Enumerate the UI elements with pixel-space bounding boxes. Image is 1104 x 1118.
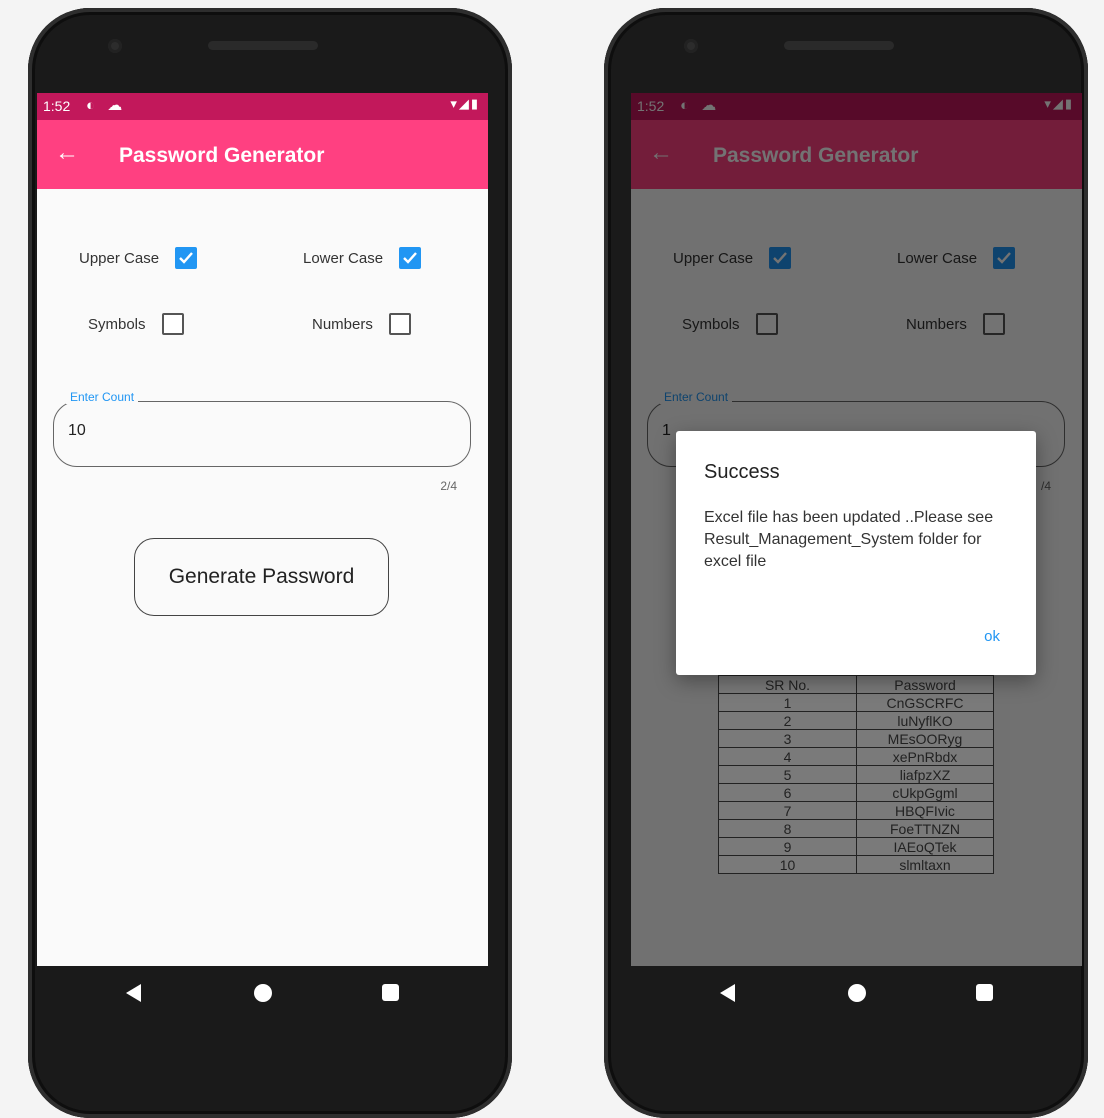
- check-icon: [403, 252, 417, 264]
- dialog-message: Excel file has been updated ..Please see…: [704, 509, 994, 570]
- table-row: 6 cUkpGgml: [718, 783, 994, 802]
- count-input[interactable]: Enter Count 10: [53, 390, 471, 467]
- table-row: 10 slmltaxn: [718, 855, 994, 874]
- status-notification-icons: ◐ ☁: [86, 97, 127, 114]
- symbols-label: Symbols: [88, 315, 146, 333]
- table-row: 9 IAEoQTek: [718, 837, 994, 856]
- sr-no-cell: 2: [718, 711, 857, 730]
- table-row: 1 CnGSCRFC: [718, 693, 994, 712]
- password-cell: luNyflKO: [856, 711, 994, 730]
- generate-password-button[interactable]: Generate Password: [134, 538, 389, 616]
- table-header-row: SR No. Password: [718, 675, 994, 694]
- count-input-label: Enter Count: [66, 390, 139, 404]
- lower-case-option[interactable]: Lower Case: [303, 247, 422, 269]
- password-cell: CnGSCRFC: [856, 693, 994, 712]
- password-cell: cUkpGgml: [856, 783, 994, 802]
- main-content: Upper Case Lower Case Symbols Numbers En…: [37, 189, 488, 966]
- upper-case-label: Upper Case: [79, 249, 160, 267]
- system-nav-bar: [631, 966, 1082, 1022]
- sr-no-cell: 10: [718, 855, 857, 874]
- app-title: Password Generator: [119, 144, 325, 167]
- password-cell: slmltaxn: [856, 855, 994, 874]
- lower-case-checkbox[interactable]: [399, 247, 422, 269]
- count-input-value[interactable]: 10: [68, 422, 86, 440]
- table-row: 5 liafpzXZ: [718, 765, 994, 784]
- status-bar: 1:52 ◐ ☁ ▾◢▮: [37, 93, 488, 120]
- status-signal-battery-icons: ▾◢▮: [450, 96, 480, 111]
- table-row: 4 xePnRbdx: [718, 747, 994, 766]
- password-table: SR No. Password 1 CnGSCRFC 2 luNyflKO 3 MEs…: [718, 675, 994, 874]
- column-header: Password: [856, 675, 994, 694]
- table-row: 7 HBQFIvic: [718, 801, 994, 820]
- nav-recents-icon[interactable]: [976, 984, 993, 1001]
- screen-left: 1:52 ◐ ☁ ▾◢▮ ← Password Generator Upper …: [37, 93, 488, 966]
- speaker-grille: [784, 41, 894, 50]
- numbers-checkbox[interactable]: [388, 313, 411, 335]
- dialog-ok-button[interactable]: ok: [984, 628, 1000, 645]
- sr-no-cell: 3: [718, 729, 857, 748]
- nav-home-icon[interactable]: [254, 984, 272, 1002]
- symbols-checkbox[interactable]: [161, 313, 184, 335]
- app-bar: ← Password Generator: [37, 120, 488, 189]
- nav-home-icon[interactable]: [848, 984, 866, 1002]
- table-row: 8 FoeTTNZN: [718, 819, 994, 838]
- phone-frame-right: 1:52 ◐ ☁ ▾◢▮ ← Password Generator Upper …: [604, 8, 1088, 1118]
- lower-case-label: Lower Case: [303, 249, 384, 267]
- numbers-label: Numbers: [312, 315, 373, 333]
- speaker-grille: [208, 41, 318, 50]
- password-cell: IAEoQTek: [856, 837, 994, 856]
- nav-back-icon[interactable]: [720, 984, 735, 1002]
- password-cell: liafpzXZ: [856, 765, 994, 784]
- password-cell: xePnRbdx: [856, 747, 994, 766]
- back-arrow-icon[interactable]: ←: [55, 140, 79, 166]
- sr-no-cell: 1: [718, 693, 857, 712]
- password-cell: HBQFIvic: [856, 801, 994, 820]
- sr-no-cell: 9: [718, 837, 857, 856]
- system-nav-bar: [37, 966, 488, 1022]
- success-dialog: Success Excel file has been updated ..Pl…: [676, 431, 1036, 675]
- dialog-title: Success: [704, 461, 780, 483]
- status-time: 1:52: [43, 98, 71, 114]
- sr-no-cell: 6: [718, 783, 857, 802]
- screen-right: 1:52 ◐ ☁ ▾◢▮ ← Password Generator Upper …: [631, 93, 1082, 966]
- sr-no-cell: 8: [718, 819, 857, 838]
- numbers-option[interactable]: Numbers: [312, 313, 411, 335]
- password-cell: MEsOORyg: [856, 729, 994, 748]
- nav-recents-icon[interactable]: [382, 984, 399, 1001]
- sr-no-cell: 4: [718, 747, 857, 766]
- symbols-option[interactable]: Symbols: [88, 313, 184, 335]
- column-header: SR No.: [718, 675, 857, 694]
- phone-frame-left: 1:52 ◐ ☁ ▾◢▮ ← Password Generator Upper …: [28, 8, 512, 1118]
- char-counter: 2/4: [440, 479, 457, 493]
- nav-back-icon[interactable]: [126, 984, 141, 1002]
- table-row: 3 MEsOORyg: [718, 729, 994, 748]
- camera-icon: [684, 39, 698, 53]
- table-row: 2 luNyflKO: [718, 711, 994, 730]
- check-icon: [179, 252, 193, 264]
- password-cell: FoeTTNZN: [856, 819, 994, 838]
- sr-no-cell: 7: [718, 801, 857, 820]
- upper-case-checkbox[interactable]: [175, 247, 198, 269]
- camera-icon: [108, 39, 122, 53]
- sr-no-cell: 5: [718, 765, 857, 784]
- upper-case-option[interactable]: Upper Case: [79, 247, 198, 269]
